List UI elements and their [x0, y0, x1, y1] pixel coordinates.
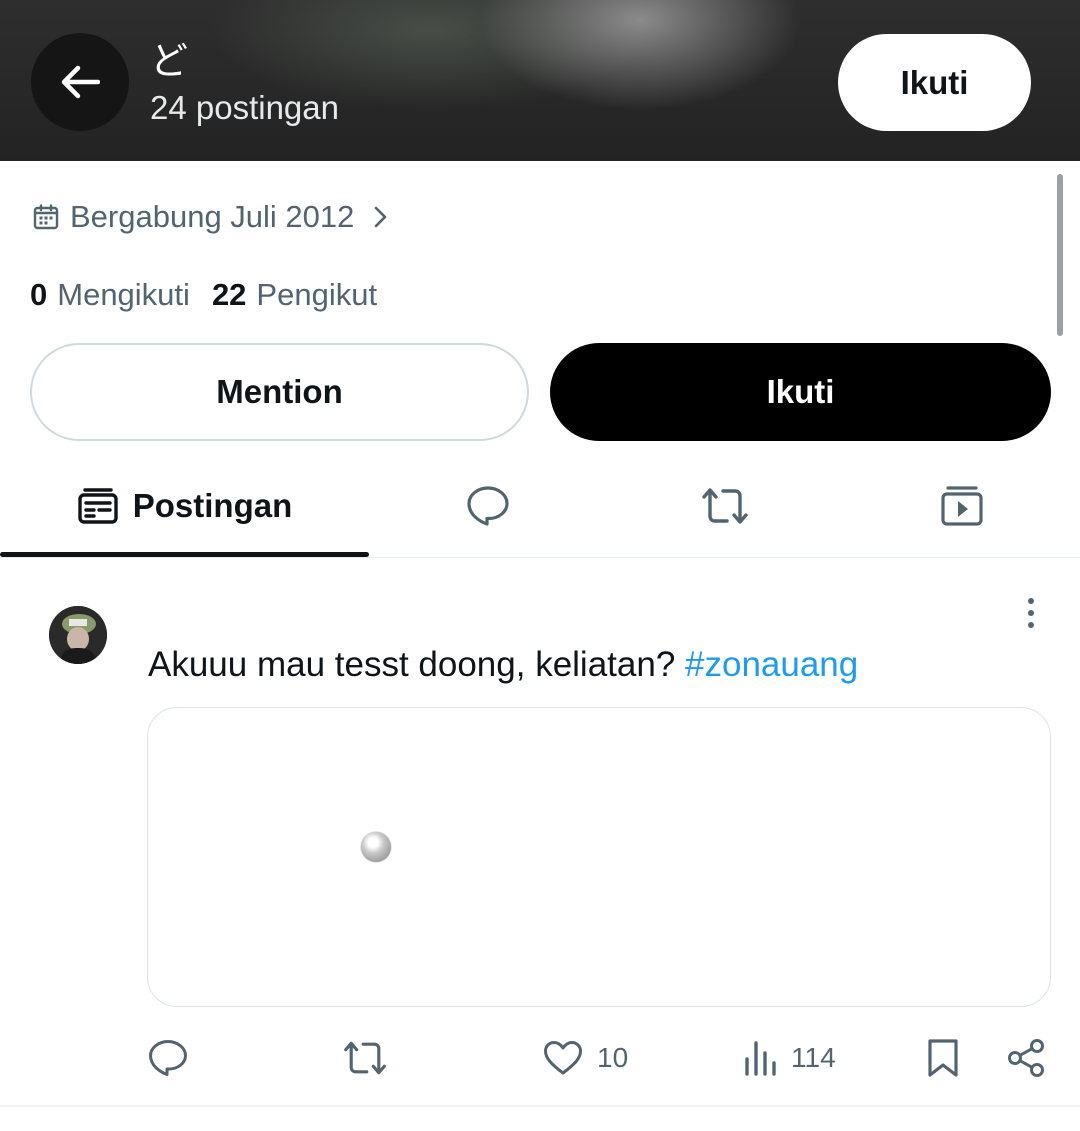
following-count: 0: [30, 277, 48, 312]
loading-spinner-icon: [361, 832, 391, 862]
share-icon: [1008, 1039, 1044, 1077]
reply-icon: [149, 1040, 187, 1076]
post-count: 24 postingan: [150, 89, 339, 126]
profile-tabs: Postingan: [0, 456, 1080, 558]
joined-date-row[interactable]: Bergabung Juli 2012: [32, 196, 392, 238]
bookmark-icon: [928, 1039, 958, 1077]
following-label: Mengikuti: [57, 277, 190, 312]
following-stat[interactable]: 0 Mengikuti: [30, 277, 190, 313]
like-button[interactable]: 10: [543, 1030, 628, 1086]
tab-posts-label: Postingan: [132, 487, 293, 524]
follow-button[interactable]: Ikuti: [550, 343, 1051, 441]
profile-header-banner: ど 24 postingan Ikuti: [0, 0, 1080, 161]
reply-icon: [466, 486, 509, 526]
post-text: Akuuu mau tesst doong, keliatan? #zonaua…: [148, 642, 858, 688]
followers-count: 22: [211, 277, 247, 312]
followers-stat[interactable]: 22 Pengikut: [212, 277, 377, 313]
joined-date-text: Bergabung Juli 2012: [70, 199, 355, 234]
tab-replies[interactable]: [369, 456, 606, 556]
header-follow-button[interactable]: Ikuti: [838, 34, 1031, 131]
repost-button[interactable]: [342, 1030, 388, 1086]
hashtag-link[interactable]: #zonauang: [685, 645, 858, 684]
back-button[interactable]: [31, 33, 129, 131]
posts-icon: [78, 488, 118, 524]
active-tab-indicator: [0, 552, 369, 557]
scrollbar-thumb[interactable]: [1057, 174, 1063, 336]
followers-label: Pengikut: [256, 277, 378, 312]
follow-stats: 0 Mengikuti 22 Pengikut: [30, 274, 377, 316]
avatar[interactable]: [49, 606, 107, 664]
view-count: 114: [791, 1042, 836, 1073]
post-action-bar: 10 114: [0, 1030, 1080, 1086]
tab-posts[interactable]: Postingan: [0, 456, 369, 557]
calendar-icon: [33, 204, 59, 230]
bookmark-button[interactable]: [926, 1030, 960, 1086]
post-body: Akuuu mau tesst doong, keliatan?: [148, 645, 686, 684]
post-media[interactable]: [147, 707, 1051, 1007]
avatar-image: [49, 606, 107, 664]
more-options-button[interactable]: [1018, 596, 1044, 632]
mention-button[interactable]: Mention: [30, 343, 529, 441]
chevron-right-icon: [375, 206, 387, 228]
like-count: 10: [597, 1042, 629, 1073]
repost-icon: [701, 488, 748, 524]
tab-media[interactable]: [843, 456, 1080, 556]
arrow-left-icon: [61, 65, 100, 99]
share-button[interactable]: [1006, 1030, 1046, 1086]
repost-icon: [344, 1041, 386, 1075]
analytics-icon: [745, 1041, 776, 1076]
views-button[interactable]: 114: [743, 1030, 836, 1086]
heart-icon: [544, 1041, 582, 1075]
reply-button[interactable]: [148, 1030, 188, 1086]
post-divider: [0, 1105, 1080, 1107]
tab-reposts[interactable]: [606, 456, 843, 556]
profile-name: ど: [150, 41, 189, 83]
more-vertical-icon: [1028, 598, 1034, 628]
media-icon: [940, 486, 983, 526]
